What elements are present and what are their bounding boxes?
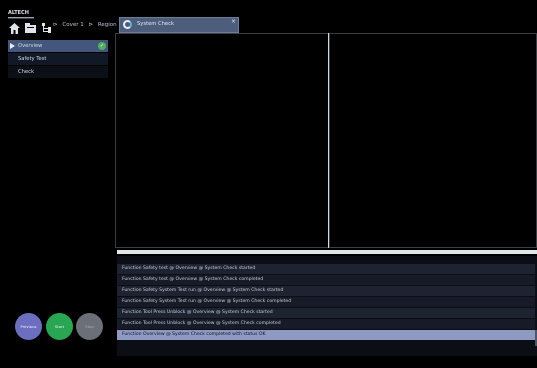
- check-icon: ✓: [98, 42, 106, 50]
- log-row[interactable]: Function Safety test @ Overview @ System…: [117, 264, 535, 274]
- sidebar: Overview ✓ Safety Test Check: [8, 40, 110, 340]
- sidebar-item-label: Safety Test: [18, 56, 47, 62]
- log-row[interactable]: Function Safety System Test run @ Overvi…: [117, 286, 535, 296]
- tab-label: System Check: [137, 21, 174, 27]
- horizontal-splitter[interactable]: [117, 250, 537, 254]
- folder-icon[interactable]: [24, 20, 37, 34]
- log-row[interactable]: Function Tool Press Unblock @ Overview @…: [117, 308, 535, 318]
- log-row[interactable]: Function Safety test @ Overview @ System…: [117, 275, 535, 285]
- breadcrumb-separator: ⊳: [53, 22, 58, 28]
- previous-button[interactable]: Previous: [15, 313, 42, 340]
- sidebar-item-label: Check: [18, 69, 34, 75]
- close-icon[interactable]: ×: [231, 18, 236, 25]
- sidebar-item-overview[interactable]: Overview ✓: [8, 40, 108, 52]
- start-button[interactable]: Start: [46, 313, 73, 340]
- expand-triangle-icon[interactable]: [10, 43, 15, 49]
- log-row[interactable]: Function Tool Press Unblock @ Overview @…: [117, 319, 535, 329]
- app-logo: ALTECH: [8, 6, 40, 19]
- stop-button[interactable]: Stop: [76, 313, 103, 340]
- view-pane-right[interactable]: [329, 33, 537, 248]
- logo-text: ALTECH: [8, 10, 29, 16]
- log-row-selected[interactable]: Function Overview @ System Check complet…: [117, 330, 535, 340]
- sidebar-item-safety-test[interactable]: Safety Test: [8, 53, 108, 65]
- refresh-icon: [123, 20, 132, 29]
- breadcrumb-item[interactable]: Cover 1: [62, 22, 83, 28]
- home-icon[interactable]: [8, 20, 21, 34]
- breadcrumb: ⊳ Cover 1 ⊳ Region 1: [53, 22, 125, 28]
- sidebar-item-label: Overview: [18, 43, 43, 49]
- pane-divider[interactable]: [328, 33, 329, 248]
- breadcrumb-separator: ⊳: [88, 22, 94, 28]
- tab-system-check[interactable]: System Check ×: [119, 17, 239, 33]
- sidebar-item-check[interactable]: Check: [8, 66, 108, 78]
- tree-icon[interactable]: [40, 20, 53, 34]
- log-list: Function Safety test @ Overview @ System…: [117, 256, 537, 356]
- view-pane-left[interactable]: [115, 33, 329, 248]
- log-row[interactable]: Function Safety System Test run @ Overvi…: [117, 297, 535, 307]
